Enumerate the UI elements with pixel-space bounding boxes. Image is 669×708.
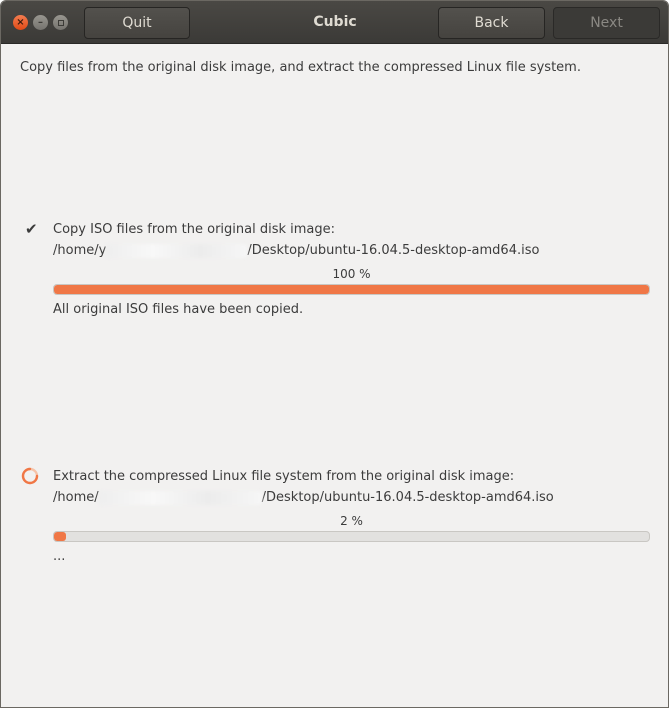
window-title: Cubic: [313, 14, 357, 30]
content-area: Copy files from the original disk image,…: [1, 45, 668, 707]
stage-status: ...: [53, 549, 66, 564]
stage-path: /home/y/Desktop/ubuntu-16.04.5-desktop-a…: [53, 243, 539, 258]
path-prefix: /home/: [53, 490, 99, 505]
page-subtitle: Copy files from the original disk image,…: [20, 60, 581, 75]
minimize-window-button[interactable]: –: [33, 15, 48, 30]
path-prefix: /home/y: [53, 243, 107, 258]
spinner-icon: [21, 467, 39, 485]
maximize-icon: [57, 19, 64, 26]
back-button[interactable]: Back: [438, 7, 545, 39]
redacted-username: [106, 243, 248, 258]
path-suffix: /Desktop/ubuntu-16.04.5-desktop-amd64.is…: [261, 490, 554, 505]
header-bar: × – Quit Cubic Back Next: [1, 1, 668, 44]
stage-path: /home/ /Desktop/ubuntu-16.04.5-desktop-am…: [53, 490, 554, 505]
cubic-window: × – Quit Cubic Back Next Copy files from…: [0, 0, 669, 708]
stage-title: Extract the compressed Linux file system…: [53, 469, 515, 484]
progress-bar-fill: [54, 532, 66, 541]
next-button[interactable]: Next: [553, 7, 660, 39]
check-icon: ✔: [25, 220, 38, 238]
quit-button[interactable]: Quit: [84, 7, 190, 39]
progress-bar-fill: [54, 285, 649, 294]
progress-bar: [53, 531, 650, 542]
redacted-username: [98, 490, 262, 505]
close-icon: ×: [16, 16, 25, 28]
progress-percent: 100 %: [332, 267, 371, 281]
close-window-button[interactable]: ×: [13, 15, 28, 30]
progress-bar: [53, 284, 650, 295]
minimize-icon: –: [38, 16, 43, 28]
path-suffix: /Desktop/ubuntu-16.04.5-desktop-amd64.is…: [247, 243, 540, 258]
progress-percent: 2 %: [340, 514, 363, 528]
stage-title: Copy ISO files from the original disk im…: [53, 222, 336, 237]
stage-status: All original ISO files have been copied.: [53, 302, 304, 317]
maximize-window-button[interactable]: [53, 15, 68, 30]
